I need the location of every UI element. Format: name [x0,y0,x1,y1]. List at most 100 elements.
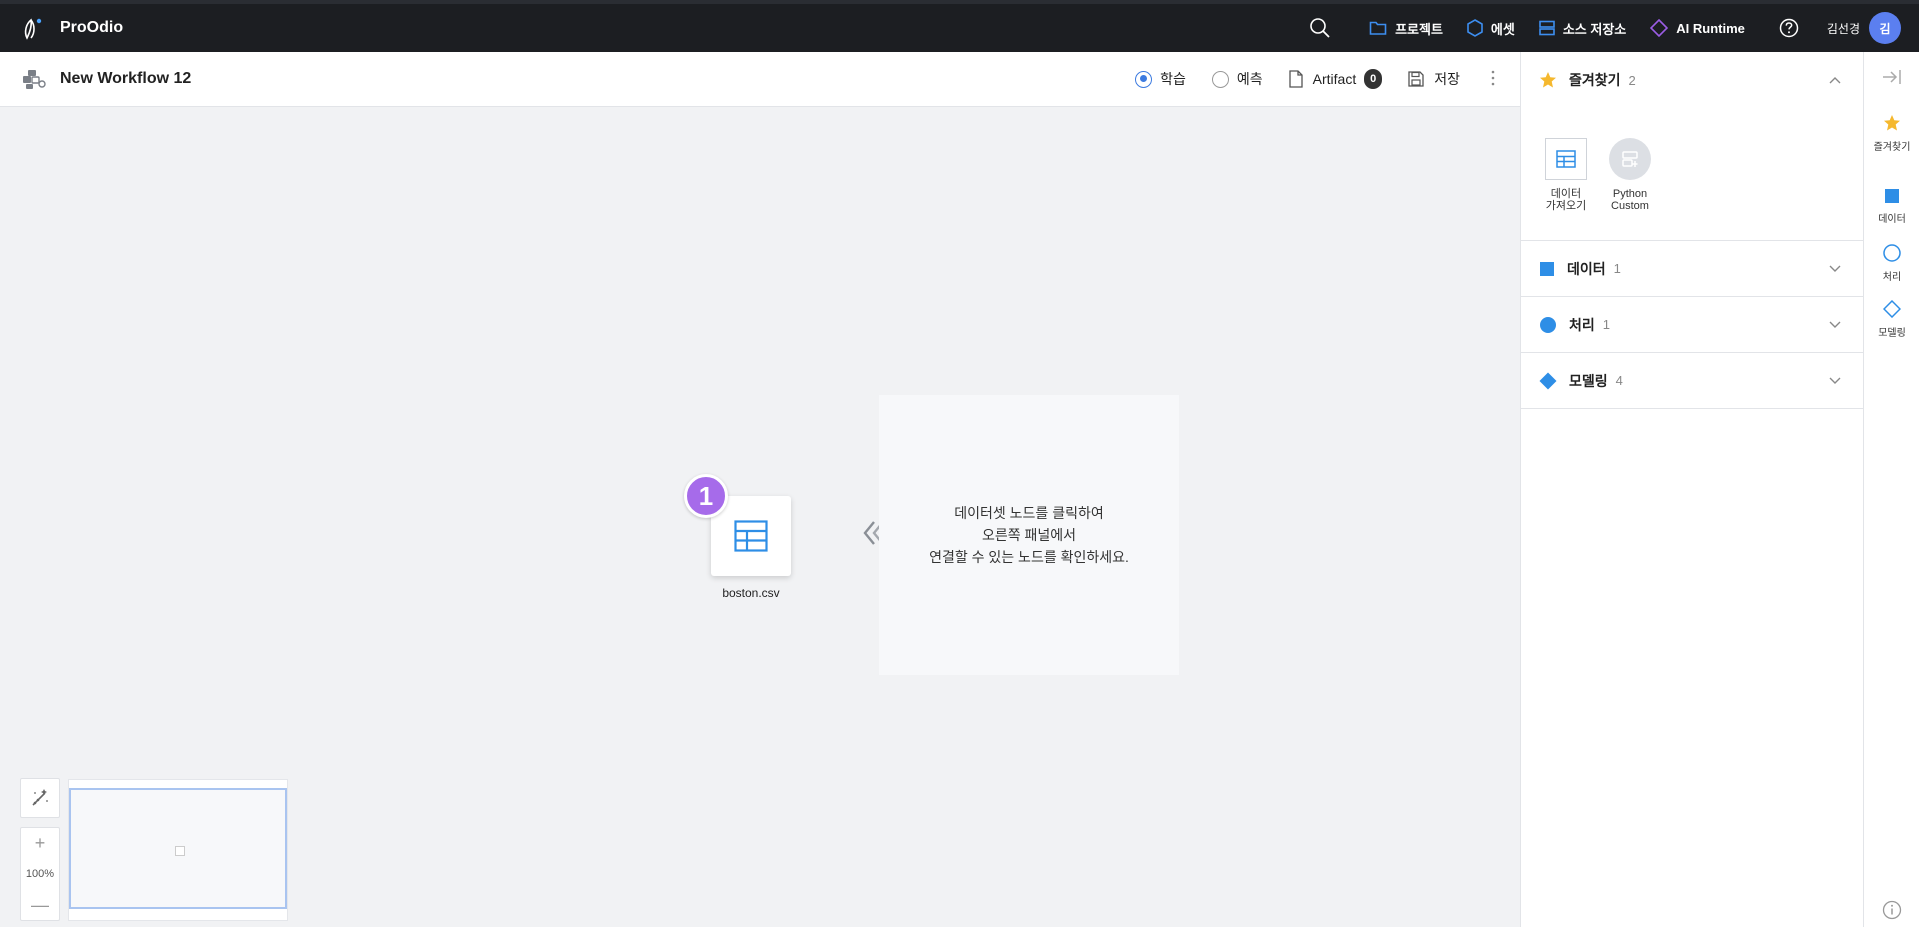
section-modeling[interactable]: 모델링 4 [1521,353,1863,409]
nav-ai-runtime[interactable]: AI Runtime [1650,19,1745,37]
rail-modeling[interactable]: 모델링 [1864,300,1919,339]
nav-projects-label: 프로젝트 [1395,21,1443,37]
square-icon [1540,261,1554,276]
help-icon [1779,18,1799,38]
info-button[interactable] [1882,900,1902,920]
user-name[interactable]: 김선경 [1827,20,1860,37]
save-button[interactable]: 저장 [1408,69,1460,89]
section-processing[interactable]: 처리 1 [1521,297,1863,353]
hint-line: 연결할 수 있는 노드를 확인하세요. [929,549,1129,565]
save-icon [1408,71,1424,87]
artifact-label: Artifact [1312,71,1357,87]
minimap-viewport[interactable] [69,788,287,909]
circle-outline-icon [1883,244,1901,262]
chevron-down-icon[interactable] [1829,321,1841,329]
avatar[interactable]: 김 [1869,12,1901,44]
brand-name: ProOdio [60,19,124,36]
section-data[interactable]: 데이터 1 [1521,241,1863,297]
side-rail: 즐겨찾기 데이터 처리 모델링 [1863,52,1919,927]
mode-train-radio[interactable]: 학습 [1135,69,1186,89]
favorite-label: 데이터 가져오기 [1546,188,1586,212]
diamond-icon [1539,372,1557,389]
favorite-python-custom[interactable]: Python Custom [1600,138,1660,240]
node-step-badge: 1 [684,474,728,518]
rail-processing[interactable]: 처리 [1864,244,1919,283]
rail-favorites-label: 즐겨찾기 [1873,142,1911,153]
hexagon-icon [1467,19,1483,37]
section-modeling-count: 4 [1615,373,1623,388]
section-data-count: 1 [1613,261,1621,276]
zoom-in-button[interactable]: + [35,834,46,852]
workflow-icon [22,68,46,90]
chevron-up-icon[interactable] [1829,76,1841,84]
star-icon [1884,115,1900,131]
rail-processing-label: 처리 [1882,272,1902,283]
app-logo[interactable]: ProOdio [22,16,123,40]
top-nav: 프로젝트 에셋 소스 저장소 AI Runtime 김선경 김 [1309,4,1919,52]
radio-selected-indicator [1135,70,1153,88]
zoom-level: 100% [25,868,55,880]
info-icon [1882,900,1902,920]
auto-layout-button[interactable] [20,778,60,818]
circle-icon [1540,316,1556,333]
node-label: boston.csv [722,586,780,600]
database-icon [1539,20,1555,36]
hint-panel: 데이터셋 노드를 클릭하여 오른쪽 패널에서 연결할 수 있는 노드를 확인하세… [879,395,1179,675]
hint-text: 데이터셋 노드를 클릭하여 오른쪽 패널에서 연결할 수 있는 노드를 확인하세… [929,502,1129,568]
table-icon [734,520,768,552]
nav-projects[interactable]: 프로젝트 [1369,19,1443,38]
diamond-icon [1650,19,1669,37]
more-options-button[interactable] [1490,69,1496,90]
radio-indicator [1211,70,1229,88]
nav-ai-runtime-label: AI Runtime [1676,20,1745,36]
zoom-out-button[interactable]: — [31,896,49,914]
favorites-list: 데이터 가져오기 Python Custom [1521,108,1863,241]
favorite-label-line: 가져오기 [1545,200,1587,212]
section-modeling-title: 모델링 [1569,372,1608,389]
help-button[interactable] [1779,18,1799,38]
mode-predict-radio[interactable]: 예측 [1211,69,1263,89]
node-library-panel: 즐겨찾기 2 데이터 가져오기 Python Custom 데이터 1 처리 1… [1520,52,1863,927]
favorite-data-import[interactable]: 데이터 가져오기 [1536,138,1596,240]
star-icon [1540,72,1556,88]
nav-source-repo[interactable]: 소스 저장소 [1539,19,1626,38]
workflow-actions: 학습 예측 Artifact 0 저장 [1109,52,1496,106]
top-navigation-bar: ProOdio 프로젝트 에셋 소스 저장소 AI Runtime 김선경 김 [0,0,1919,52]
section-data-title: 데이터 [1567,260,1606,277]
search-icon [1310,18,1330,38]
workflow-canvas[interactable]: 1 boston.csv 데이터셋 노드를 클릭하여 오른쪽 패널에서 연결할 … [0,108,1520,927]
favorite-label-line: Python [1612,188,1648,200]
minimap[interactable] [68,779,288,921]
magic-wand-icon [32,789,48,806]
file-icon [1289,70,1303,88]
collapse-panel-button[interactable] [1882,68,1902,86]
hint-line: 데이터셋 노드를 클릭하여 [954,505,1104,521]
mode-predict-label: 예측 [1236,71,1263,87]
section-processing-count: 1 [1602,317,1610,332]
minimap-node [175,846,185,856]
favorite-label-line: 데이터 [1550,188,1582,200]
favorite-label-line: Custom [1611,200,1649,212]
search-button[interactable] [1309,17,1331,39]
favorite-label: Python Custom [1611,188,1649,212]
nav-assets[interactable]: 에셋 [1467,19,1515,38]
rail-favorites[interactable]: 즐겨찾기 [1864,114,1919,153]
favorites-count: 2 [1628,72,1636,88]
artifact-count-badge: 0 [1364,69,1383,89]
chevron-down-icon[interactable] [1829,377,1841,385]
favorites-header[interactable]: 즐겨찾기 2 [1521,52,1863,108]
collapse-right-icon [1883,70,1901,84]
section-processing-title: 처리 [1569,316,1595,333]
table-icon [1545,138,1587,180]
diamond-outline-icon [1883,300,1901,318]
zoom-controls: + 100% — [20,827,60,921]
artifact-button[interactable]: Artifact 0 [1289,69,1383,89]
hint-line: 오른쪽 패널에서 [981,527,1077,543]
rail-data[interactable]: 데이터 [1864,188,1919,225]
favorites-title: 즐겨찾기 [1569,72,1621,88]
workflow-title[interactable]: New Workflow 12 [60,70,191,88]
folder-icon [1369,20,1387,36]
chevron-down-icon[interactable] [1829,265,1841,273]
mode-train-label: 학습 [1160,71,1186,87]
rail-data-label: 데이터 [1878,214,1906,225]
